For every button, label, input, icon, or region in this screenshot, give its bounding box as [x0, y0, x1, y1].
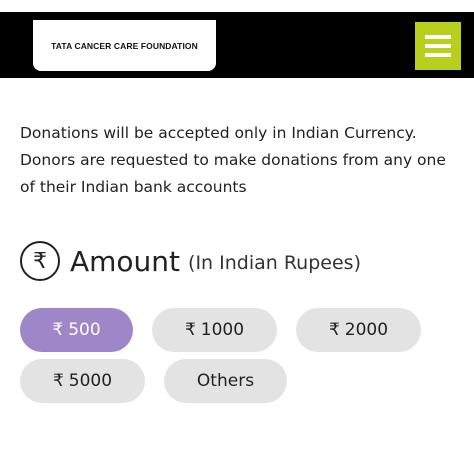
- hamburger-icon: [425, 35, 451, 39]
- amount-option-label: 500: [68, 320, 101, 340]
- site-header: TATA CANCER CARE FOUNDATION: [0, 12, 474, 78]
- rupee-icon: ₹: [52, 371, 64, 391]
- logo-text: TATA CANCER CARE FOUNDATION: [51, 40, 198, 51]
- hamburger-icon: [425, 44, 451, 48]
- amount-option-500[interactable]: ₹500: [20, 308, 133, 352]
- amount-option-label: 1000: [200, 320, 245, 340]
- rupee-circle-icon: ₹: [20, 241, 60, 281]
- rupee-icon: ₹: [328, 320, 340, 340]
- rupee-icon: ₹: [184, 320, 196, 340]
- currency-notice: Donations will be accepted only in India…: [20, 124, 446, 196]
- amount-option-label: 5000: [68, 371, 113, 391]
- logo[interactable]: TATA CANCER CARE FOUNDATION: [33, 20, 216, 71]
- amount-option-5000[interactable]: ₹5000: [20, 359, 145, 403]
- amount-option-label: Others: [196, 371, 255, 391]
- menu-button[interactable]: [415, 22, 461, 70]
- amount-option-others[interactable]: Others: [164, 359, 287, 403]
- amount-option-label: 2000: [344, 320, 389, 340]
- hamburger-icon: [425, 53, 451, 57]
- rupee-icon: ₹: [52, 320, 64, 340]
- amount-title: Amount: [70, 244, 181, 278]
- amount-heading: ₹ Amount (In Indian Rupees): [20, 238, 361, 284]
- amount-subtitle: (In Indian Rupees): [188, 252, 361, 274]
- amount-option-2000[interactable]: ₹2000: [296, 308, 421, 352]
- amount-option-1000[interactable]: ₹1000: [152, 308, 277, 352]
